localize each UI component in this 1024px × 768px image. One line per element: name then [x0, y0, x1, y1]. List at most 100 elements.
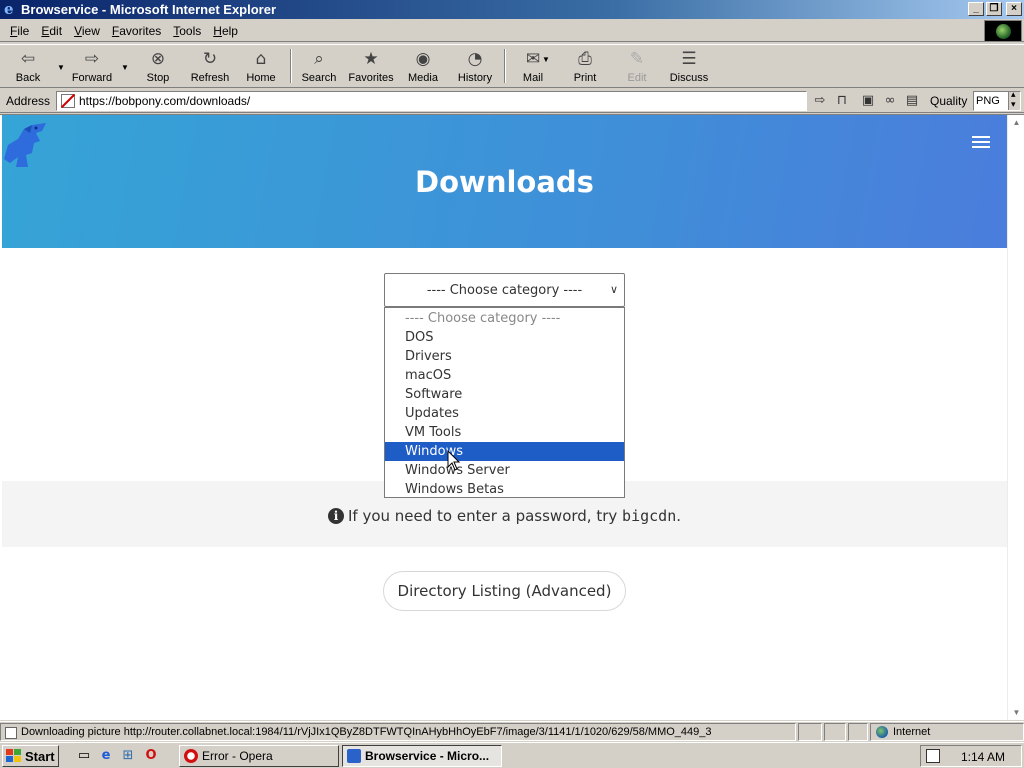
toolbar-separator — [504, 49, 506, 83]
history-icon: ◔ — [467, 49, 483, 69]
chevron-down-icon: ∨ — [609, 283, 618, 296]
address-input[interactable]: https://bobpony.com/downloads/ — [56, 91, 807, 111]
menu-tools[interactable]: Tools — [167, 24, 207, 38]
category-option-macos[interactable]: macOS — [385, 366, 624, 385]
address-bar: Address https://bobpony.com/downloads/ ⇨… — [0, 89, 1024, 113]
status-panel-empty — [848, 723, 868, 741]
mail-icon: ✉ — [525, 49, 541, 69]
bobpony-logo-icon — [4, 123, 46, 167]
refresh-button[interactable]: ↻ Refresh — [187, 47, 233, 87]
mail-dropdown-arrow[interactable]: ▼ — [542, 55, 550, 64]
directory-listing-button[interactable]: Directory Listing (Advanced) — [383, 571, 626, 611]
status-text: Downloading picture http://router.collab… — [21, 726, 712, 738]
scroll-up-arrow-icon[interactable]: ▲ — [1008, 115, 1024, 131]
maximize-button[interactable]: ❐ — [986, 2, 1002, 16]
taskbar-item-browservice[interactable]: Browservice - Micro... — [342, 745, 502, 767]
category-option-windows[interactable]: Windows — [385, 442, 624, 461]
clipboard-icon[interactable]: ▤ — [904, 93, 920, 109]
opera-quicklaunch-icon[interactable]: O — [143, 748, 159, 764]
status-bar: Downloading picture http://router.collab… — [0, 721, 1024, 741]
hamburger-menu-icon[interactable] — [972, 136, 990, 150]
minimize-button[interactable]: _ — [968, 2, 984, 16]
category-select[interactable]: ---- Choose category ---- ∨ — [384, 273, 625, 307]
toolbar-separator — [290, 49, 292, 83]
vertical-scrollbar[interactable]: ▲ ▼ — [1007, 115, 1024, 720]
bookmark-icon[interactable]: ⊓ — [834, 93, 850, 109]
stop-icon: ⊗ — [150, 49, 166, 69]
windows-globe-icon — [996, 24, 1011, 39]
forward-button[interactable]: ⇨ Forward — [68, 47, 116, 87]
menu-favorites[interactable]: Favorites — [106, 24, 167, 38]
security-zone-panel: Internet — [870, 723, 1024, 741]
forward-arrow-icon: ⇨ — [84, 49, 100, 69]
start-button[interactable]: Start — [2, 745, 59, 767]
find-binoculars-icon[interactable]: ∞ — [882, 93, 898, 109]
ie-quicklaunch-icon[interactable]: e — [98, 748, 114, 764]
back-button[interactable]: ⇦ Back — [8, 47, 48, 87]
network-tray-icon[interactable] — [926, 749, 940, 763]
page-viewport: Downloads i If you need to enter a passwo… — [0, 114, 1024, 720]
network-quicklaunch-icon[interactable]: ⊞ — [120, 748, 136, 764]
category-option-windows-betas[interactable]: Windows Betas — [385, 480, 624, 499]
edit-button: ✎ Edit — [627, 49, 647, 84]
home-button[interactable]: ⌂ Home — [243, 47, 279, 87]
ie-icon — [347, 749, 361, 763]
page-header-banner: Downloads — [2, 115, 1007, 248]
window-title: Browservice - Microsoft Internet Explore… — [21, 2, 277, 17]
system-tray: 1:14 AM — [920, 745, 1022, 767]
media-globe-icon: ◉ — [415, 49, 431, 69]
back-arrow-icon: ⇦ — [20, 49, 36, 69]
discuss-button[interactable]: ☰ Discuss — [668, 47, 710, 87]
page-view-icon[interactable]: ▣ — [860, 93, 876, 109]
stop-button[interactable]: ⊗ Stop — [140, 47, 176, 87]
toolbar: ⇦ Back ▼ ⇨ Forward ▼ ⊗ Stop ↻ Refresh ⌂ … — [0, 44, 1024, 88]
quality-spinner[interactable] — [1008, 89, 1020, 110]
quality-select[interactable]: PNG — [973, 89, 1021, 111]
category-dropdown-list: ---- Choose category ---- DOS Drivers ma… — [384, 307, 625, 498]
home-icon: ⌂ — [255, 49, 267, 69]
printer-icon: ⎙ — [578, 49, 592, 69]
search-button[interactable]: ⌕ Search — [299, 47, 339, 87]
menu-bar: File Edit View Favorites Tools Help — [0, 20, 1024, 42]
info-icon: i — [327, 508, 344, 524]
print-button[interactable]: ⎙ Print — [568, 47, 602, 87]
scroll-down-arrow-icon[interactable]: ▼ — [1008, 705, 1024, 720]
insecure-page-icon — [61, 94, 75, 108]
address-url[interactable]: https://bobpony.com/downloads/ — [79, 94, 250, 108]
back-dropdown-arrow[interactable]: ▼ — [57, 63, 65, 72]
menu-edit[interactable]: Edit — [35, 24, 68, 38]
menu-view[interactable]: View — [68, 24, 106, 38]
favorites-folder-icon: ★ — [363, 49, 379, 69]
status-text-panel: Downloading picture http://router.collab… — [0, 723, 796, 741]
category-option-dos[interactable]: DOS — [385, 328, 624, 347]
category-option-vm-tools[interactable]: VM Tools — [385, 423, 624, 442]
password-notice: i If you need to enter a password, try bi… — [2, 507, 1007, 525]
category-option-placeholder[interactable]: ---- Choose category ---- — [385, 309, 624, 328]
category-option-software[interactable]: Software — [385, 385, 624, 404]
password-hint: bigcdn — [622, 507, 677, 525]
search-icon: ⌕ — [314, 49, 324, 69]
category-option-windows-server[interactable]: Windows Server — [385, 461, 624, 480]
quality-value: PNG — [976, 95, 1000, 107]
page-title: Downloads — [415, 165, 594, 199]
history-button[interactable]: ◔ History — [454, 47, 496, 87]
mail-button[interactable]: ✉ Mail — [516, 47, 550, 87]
title-bar: Browservice - Microsoft Internet Explore… — [0, 0, 1024, 19]
category-option-updates[interactable]: Updates — [385, 404, 624, 423]
go-arrow-icon[interactable]: ⇨ — [812, 93, 828, 109]
tray-clock[interactable]: 1:14 AM — [961, 750, 1005, 764]
internet-globe-icon — [876, 726, 888, 738]
security-zone-label: Internet — [893, 726, 931, 738]
opera-icon — [184, 749, 198, 763]
refresh-icon: ↻ — [202, 49, 218, 69]
forward-dropdown-arrow[interactable]: ▼ — [121, 63, 129, 72]
category-option-drivers[interactable]: Drivers — [385, 347, 624, 366]
show-desktop-icon[interactable]: ▭ — [76, 748, 92, 764]
taskbar-item-opera[interactable]: Error - Opera — [179, 745, 339, 767]
menu-help[interactable]: Help — [207, 24, 244, 38]
close-button[interactable]: × — [1006, 2, 1022, 16]
favorites-button[interactable]: ★ Favorites — [346, 47, 396, 87]
discuss-icon: ☰ — [681, 49, 697, 69]
menu-file[interactable]: File — [4, 24, 35, 38]
media-button[interactable]: ◉ Media — [404, 47, 442, 87]
